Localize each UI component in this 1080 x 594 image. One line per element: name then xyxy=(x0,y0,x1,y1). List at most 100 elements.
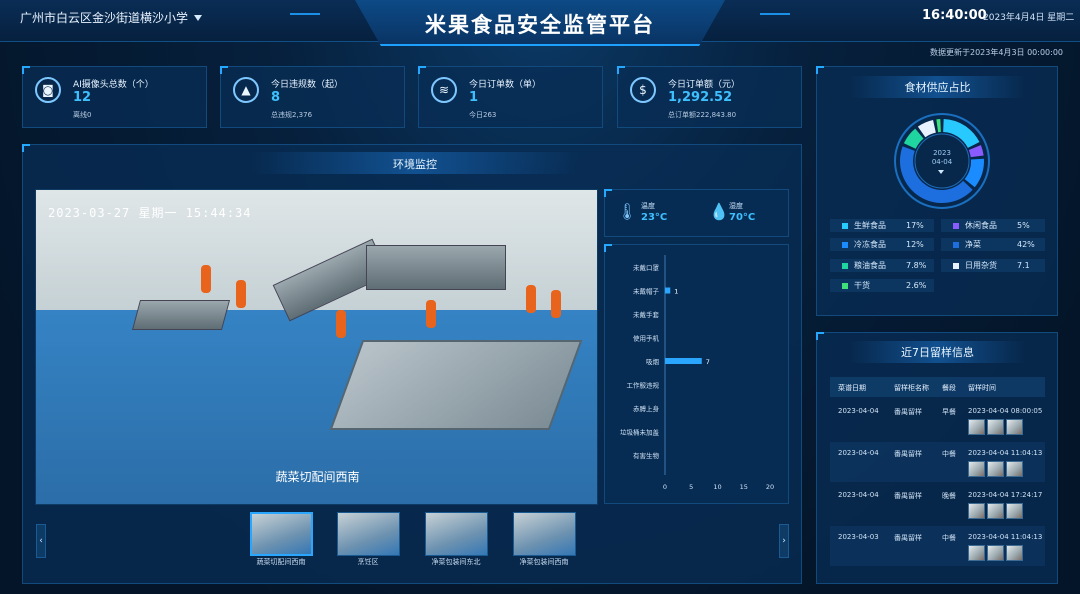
legend-name: 生鲜食品 xyxy=(854,221,886,230)
donut-date: 04-04 xyxy=(931,158,953,166)
dollar-icon: $ xyxy=(630,77,656,103)
table-row[interactable]: 2023-04-04 番禺留样 中餐 2023-04-04 11:04:13 xyxy=(830,442,1045,482)
row-meal: 中餐 xyxy=(942,534,956,542)
camera-thumbnail[interactable] xyxy=(250,512,313,556)
legend-swatch xyxy=(842,282,848,289)
legend-value: 2.6% xyxy=(906,281,927,290)
col-cabinet: 留样柜名称 xyxy=(894,384,929,392)
legend-swatch xyxy=(953,241,959,248)
supply-title: 食材供应占比 xyxy=(904,81,971,94)
decor-line xyxy=(760,13,790,15)
sample-photo[interactable] xyxy=(968,419,985,435)
legend-swatch xyxy=(842,222,848,229)
chart-category-label: 有害生物 xyxy=(633,451,660,460)
sample-photo[interactable] xyxy=(987,419,1004,435)
legend-name: 净菜 xyxy=(965,240,981,249)
stat-label: 今日订单数（单） xyxy=(469,80,542,90)
chart-tick-label: 20 xyxy=(766,483,774,491)
clock-date: 2023年4月4日 星期二 xyxy=(983,13,1075,23)
chart-tick-label: 10 xyxy=(713,483,721,491)
video-caption: 蔬菜切配间西南 xyxy=(275,470,360,484)
sample-photo[interactable] xyxy=(968,461,985,477)
sample-photo[interactable] xyxy=(1006,503,1023,519)
violation-chart: 未戴口罩未戴帽子 1 未戴手套使用手机吸烟 7 工作服违规赤膊上身垃圾桶未加盖有害生物 0… xyxy=(620,255,774,491)
row-time: 2023-04-04 11:04:13 xyxy=(968,533,1043,541)
donut-slice xyxy=(968,145,984,158)
thumbnail-label: 净菜包装间西南 xyxy=(519,558,569,566)
chart-value-label: 7 xyxy=(706,358,710,366)
camera-thumbnail[interactable] xyxy=(425,512,488,556)
update-time: 数据更新于2023年4月3日 00:00:00 xyxy=(930,48,1064,57)
col-date: 菜谱日期 xyxy=(838,384,866,392)
legend-name: 冷冻食品 xyxy=(854,240,886,249)
row-meal: 早餐 xyxy=(942,408,956,416)
row-meal: 中餐 xyxy=(942,450,956,458)
prev-arrow[interactable]: ‹ xyxy=(36,524,46,558)
legend-swatch xyxy=(953,262,959,269)
thermometer-icon: 🌡 xyxy=(617,202,638,221)
chart-category-label: 未戴手套 xyxy=(633,310,660,319)
camera-thumbnail[interactable] xyxy=(337,512,400,556)
chart-tick-label: 5 xyxy=(689,483,693,491)
sample-photo[interactable] xyxy=(1006,419,1023,435)
violation-chart-box: 未戴口罩 未戴帽子 1 未戴手套 使用手机 吸烟 7 工作服违规 赤膊上身 垃圾桶未加盖 有害生物 0… xyxy=(604,244,789,504)
sample-photo[interactable] xyxy=(968,503,985,519)
humidity-value: 70°C xyxy=(729,212,756,223)
table-row[interactable]: 2023-04-04 番禺留样 晚餐 2023-04-04 17:24:17 xyxy=(830,484,1045,524)
legend-value: 42% xyxy=(1017,240,1035,249)
stat-card: $ 今日订单额（元） 1,292.52 总订单额222,843.80 xyxy=(617,66,802,128)
next-arrow[interactable]: › xyxy=(779,524,789,558)
camera-video[interactable]: 2023-03-27 星期一 15:44:34 蔬菜切配间西南 xyxy=(35,189,598,505)
stat-value: 1,292.52 xyxy=(668,90,733,105)
sample-photo[interactable] xyxy=(1006,461,1023,477)
legend-item: 生鲜食品 17% xyxy=(830,219,934,232)
temp-value: 23°C xyxy=(641,212,668,223)
legend-item: 净菜 42% xyxy=(941,238,1045,251)
table-row[interactable]: 2023-04-03 番禺留样 中餐 2023-04-04 11:04:13 xyxy=(830,526,1045,566)
samples-title: 近7日留样信息 xyxy=(901,346,974,359)
camera-icon: ◙ xyxy=(35,77,61,103)
stat-card: ≋ 今日订单数（单） 1 今日263 xyxy=(418,66,603,128)
sample-photo[interactable] xyxy=(987,545,1004,561)
camera-thumbnail[interactable] xyxy=(513,512,576,556)
row-cabinet: 番禺留样 xyxy=(894,534,922,542)
stat-card: ◙ AI摄像头总数（个） 12 离线0 xyxy=(22,66,207,128)
sample-photo[interactable] xyxy=(1006,545,1023,561)
stat-card: ▲ 今日违规数（起） 8 总违规2,376 xyxy=(220,66,405,128)
row-cabinet: 番禺留样 xyxy=(894,450,922,458)
chart-bar xyxy=(665,358,702,364)
sample-photo[interactable] xyxy=(968,545,985,561)
col-meal: 餐段 xyxy=(942,384,956,392)
donut-slice xyxy=(936,119,941,133)
video-worker xyxy=(236,280,246,308)
row-cabinet: 番禺留样 xyxy=(894,492,922,500)
stat-sub: 总违规2,376 xyxy=(271,111,313,119)
thumbnail-label: 净菜包装间东北 xyxy=(431,558,481,566)
location-selector[interactable]: 广州市白云区金沙街道横沙小学 xyxy=(20,9,203,26)
table-row[interactable]: 2023-04-04 番禺留样 早餐 2023-04-04 08:00:05 xyxy=(830,400,1045,440)
legend-value: 17% xyxy=(906,221,924,230)
legend-name: 粮油食品 xyxy=(854,261,886,270)
sample-photo[interactable] xyxy=(987,503,1004,519)
legend-item: 粮油食品 7.8% xyxy=(830,259,934,272)
donut-slice xyxy=(917,119,936,138)
legend-name: 干货 xyxy=(854,281,870,290)
row-time: 2023-04-04 11:04:13 xyxy=(968,449,1043,457)
donut-caret-icon xyxy=(938,170,944,174)
stat-sub: 离线0 xyxy=(73,111,92,119)
dashboard-root: 广州市白云区金沙街道横沙小学 米果食品安全监管平台 16:40:00 2023年… xyxy=(0,0,1080,594)
video-worker xyxy=(551,290,561,318)
video-worker xyxy=(426,300,436,328)
sample-photo[interactable] xyxy=(987,461,1004,477)
stat-sub: 总订单额222,843.80 xyxy=(668,111,737,119)
chart-category-label: 使用手机 xyxy=(633,334,660,343)
row-time: 2023-04-04 17:24:17 xyxy=(968,491,1043,499)
chart-tick-label: 0 xyxy=(663,483,667,491)
legend-name: 休闲食品 xyxy=(965,221,997,230)
stat-label: 今日订单额（元） xyxy=(668,80,741,90)
temp-label: 温度 xyxy=(641,202,655,210)
chart-category-label: 未戴帽子 xyxy=(633,287,660,296)
chart-category-label: 工作服违规 xyxy=(627,381,660,390)
video-machine xyxy=(131,300,231,330)
chart-category-label: 垃圾桶未加盖 xyxy=(620,428,660,437)
